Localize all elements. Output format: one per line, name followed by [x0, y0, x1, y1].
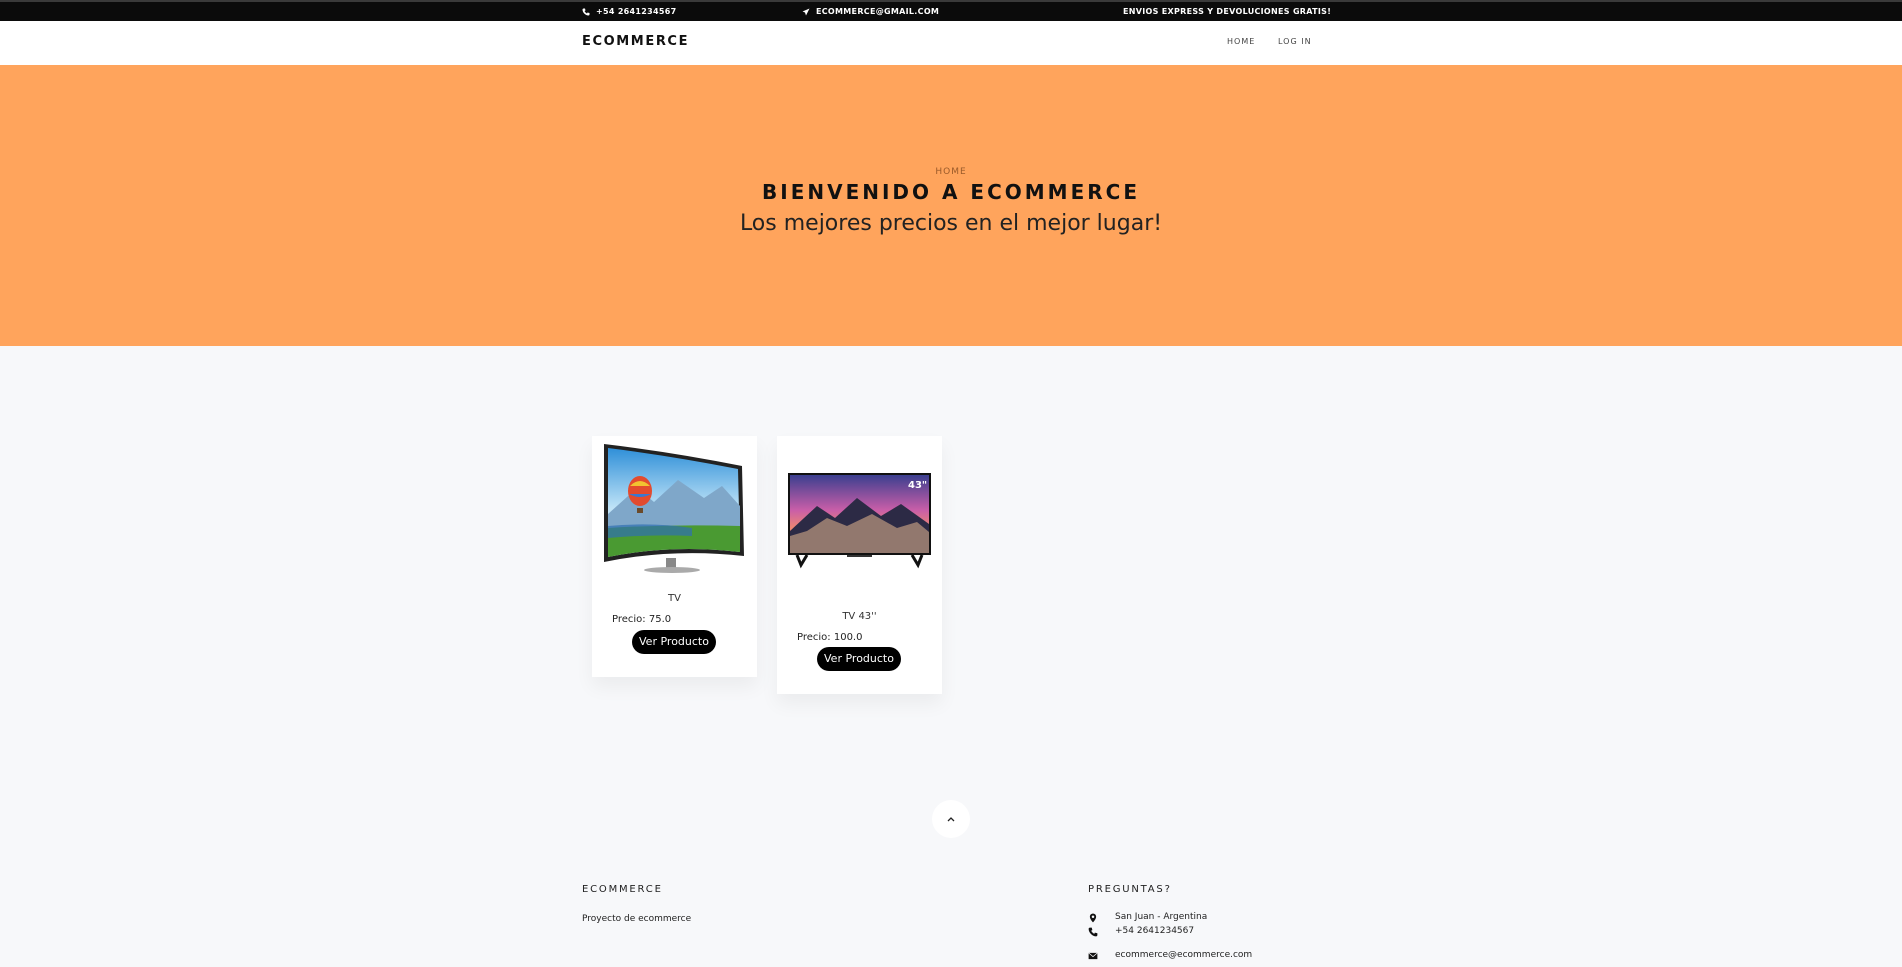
breadcrumb[interactable]: HOME	[0, 167, 1902, 177]
product-card: 43" TV 43'' Precio: 100.0 Ver Producto	[777, 436, 942, 694]
phone-icon	[582, 8, 590, 15]
hero-subtitle: Los mejores precios en el mejor lugar!	[739, 211, 1163, 236]
brand-logo[interactable]: ECOMMERCE	[582, 34, 689, 49]
footer-location: San Juan - Argentina	[1115, 912, 1208, 922]
product-card: TV Precio: 75.0 Ver Producto	[592, 436, 757, 677]
topbar-phone: +54 2641234567	[582, 7, 677, 16]
topbar-promo-text: ENVIOS EXPRESS Y DEVOLUCIONES GRATIS!	[1123, 7, 1332, 16]
nav-link-login[interactable]: LOG IN	[1278, 37, 1312, 46]
chevron-up-icon	[947, 817, 955, 822]
location-pin-icon	[1089, 913, 1097, 923]
top-info-bar: +54 2641234567 ECOMMERCE@GMAIL.COM ENVIO…	[0, 0, 1902, 21]
hero-section: HOME BIENVENIDO A ECOMMERCE Los mejores …	[0, 65, 1902, 346]
view-product-button[interactable]: Ver Producto	[817, 647, 901, 671]
product-image-tv[interactable]	[592, 436, 757, 581]
footer-email[interactable]: ecommerce@ecommerce.com	[1115, 950, 1252, 960]
nav-link-home[interactable]: HOME	[1227, 37, 1255, 46]
navbar: ECOMMERCE HOME LOG IN	[0, 21, 1902, 66]
scroll-to-top-button[interactable]	[932, 800, 970, 838]
topbar-email: ECOMMERCE@GMAIL.COM	[802, 7, 939, 16]
footer-contact-title: PREGUNTAS?	[1088, 884, 1172, 895]
product-image-tv-43[interactable]: 43"	[777, 436, 942, 586]
topbar-promo: ENVIOS EXPRESS Y DEVOLUCIONES GRATIS!	[1123, 7, 1331, 16]
product-price: Precio: 100.0	[797, 632, 863, 643]
product-price: Precio: 75.0	[612, 614, 672, 625]
footer-phone: +54 2641234567	[1115, 926, 1195, 936]
product-name: TV	[668, 593, 681, 604]
phone-icon	[1088, 927, 1098, 937]
svg-text:43": 43"	[908, 480, 927, 491]
view-product-button[interactable]: Ver Producto	[632, 630, 716, 654]
topbar-email-text: ECOMMERCE@GMAIL.COM	[816, 7, 940, 16]
topbar-phone-text: +54 2641234567	[596, 7, 677, 16]
hero-title: BIENVENIDO A ECOMMERCE	[762, 180, 1140, 204]
footer-description: Proyecto de ecommerce	[582, 914, 692, 924]
footer-brand-title: ECOMMERCE	[582, 884, 663, 895]
send-icon	[802, 8, 810, 15]
envelope-icon	[1088, 952, 1098, 960]
product-name: TV 43''	[842, 611, 877, 622]
